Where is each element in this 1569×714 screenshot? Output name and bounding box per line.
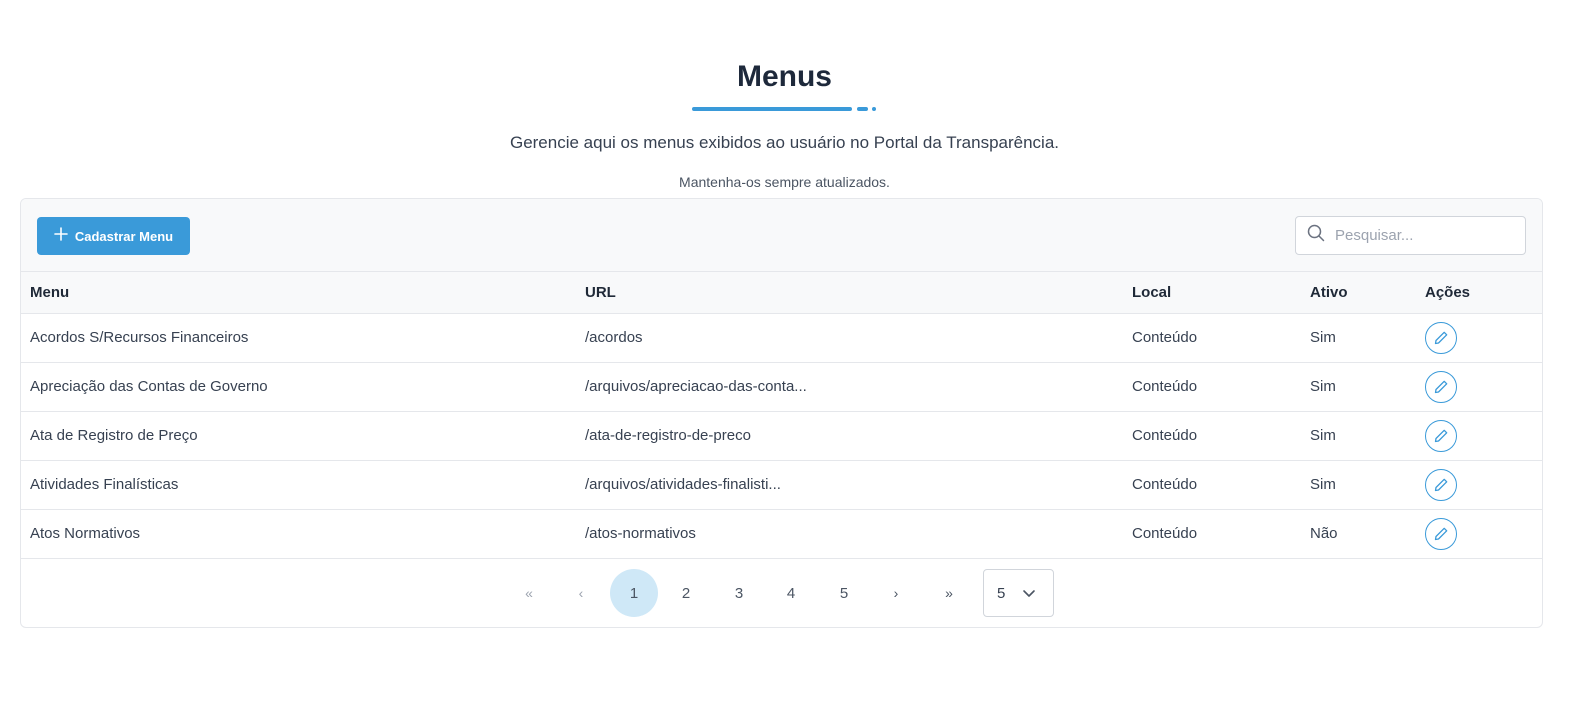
search-icon bbox=[1307, 224, 1325, 247]
pagination: « ‹ 1 2 3 4 5 › » 5 bbox=[21, 558, 1542, 627]
cell-ativo: Não bbox=[1310, 525, 1338, 542]
cell-menu: Atividades Finalísticas bbox=[30, 476, 179, 493]
cell-ativo: Sim bbox=[1310, 378, 1336, 395]
title-underline bbox=[692, 106, 877, 112]
page-header: Menus Gerencie aqui os menus exibidos ao… bbox=[0, 0, 1569, 191]
menus-table-card: Cadastrar Menu Menu URL Local Ativo Açõe… bbox=[20, 198, 1543, 628]
page-button-5[interactable]: 5 bbox=[820, 569, 868, 617]
cell-local: Conteúdo bbox=[1132, 476, 1198, 493]
page-title: Menus bbox=[736, 60, 832, 93]
table-row: Atos Normativos /atos-normativos Conteúd… bbox=[21, 509, 1542, 558]
pencil-icon bbox=[1434, 331, 1448, 344]
cell-url: /arquivos/atividades-finalisti... bbox=[585, 476, 781, 493]
page-button-2[interactable]: 2 bbox=[662, 569, 710, 617]
cell-menu: Atos Normativos bbox=[30, 525, 141, 542]
table-toolbar: Cadastrar Menu bbox=[21, 199, 1542, 272]
pencil-icon bbox=[1434, 527, 1448, 540]
cell-actions bbox=[1416, 460, 1542, 509]
edit-button[interactable] bbox=[1425, 468, 1457, 501]
edit-button[interactable] bbox=[1425, 370, 1457, 403]
cell-local: Conteúdo bbox=[1132, 525, 1198, 542]
add-menu-label: Cadastrar Menu bbox=[74, 228, 174, 244]
plus-icon bbox=[54, 225, 68, 245]
rows-per-page-value: 5 bbox=[997, 584, 1006, 602]
cell-ativo: Sim bbox=[1310, 476, 1336, 493]
menus-table: Menu URL Local Ativo Ações Acordos S/Rec… bbox=[21, 272, 1542, 559]
edit-button[interactable] bbox=[1425, 321, 1457, 354]
cell-actions bbox=[1416, 411, 1542, 460]
column-header-local: Local bbox=[1123, 272, 1301, 314]
cell-url: /atos-normativos bbox=[585, 525, 696, 542]
pencil-icon bbox=[1434, 380, 1448, 393]
cell-local: Conteúdo bbox=[1132, 378, 1198, 395]
search-input[interactable] bbox=[1335, 227, 1515, 244]
search-box[interactable] bbox=[1295, 216, 1526, 255]
rows-per-page-select[interactable]: 5 bbox=[983, 569, 1054, 617]
pencil-icon bbox=[1434, 478, 1448, 491]
first-page-button[interactable]: « bbox=[505, 569, 553, 617]
pencil-icon bbox=[1434, 429, 1448, 442]
next-page-button[interactable]: › bbox=[872, 569, 920, 617]
edit-button[interactable] bbox=[1425, 419, 1457, 452]
cell-url: /acordos bbox=[585, 329, 643, 346]
column-header-menu: Menu bbox=[21, 272, 576, 314]
cell-url: /ata-de-registro-de-preco bbox=[585, 427, 751, 444]
table-row: Atividades Finalísticas /arquivos/ativid… bbox=[21, 460, 1542, 509]
last-page-button[interactable]: » bbox=[925, 569, 973, 617]
cell-menu: Apreciação das Contas de Governo bbox=[30, 378, 268, 395]
cell-local: Conteúdo bbox=[1132, 427, 1198, 444]
table-row: Apreciação das Contas de Governo /arquiv… bbox=[21, 362, 1542, 411]
table-row: Acordos S/Recursos Financeiros /acordos … bbox=[21, 313, 1542, 362]
table-header-row: Menu URL Local Ativo Ações bbox=[21, 272, 1542, 314]
cell-local: Conteúdo bbox=[1132, 329, 1198, 346]
cell-menu: Acordos S/Recursos Financeiros bbox=[30, 329, 249, 346]
edit-button[interactable] bbox=[1425, 517, 1457, 550]
cell-ativo: Sim bbox=[1310, 427, 1336, 444]
page-button-1[interactable]: 1 bbox=[610, 569, 658, 617]
page-button-4[interactable]: 4 bbox=[767, 569, 815, 617]
column-header-acoes: Ações bbox=[1416, 272, 1542, 314]
cell-url: /arquivos/apreciacao-das-conta... bbox=[585, 378, 807, 395]
column-header-ativo: Ativo bbox=[1301, 272, 1416, 314]
prev-page-button[interactable]: ‹ bbox=[557, 569, 605, 617]
page-note: Mantenha-os sempre atualizados. bbox=[679, 174, 890, 190]
column-header-url: URL bbox=[576, 272, 1123, 314]
add-menu-button[interactable]: Cadastrar Menu bbox=[37, 217, 190, 255]
page-button-3[interactable]: 3 bbox=[715, 569, 763, 617]
cell-actions bbox=[1416, 509, 1542, 558]
cell-actions bbox=[1416, 313, 1542, 362]
cell-ativo: Sim bbox=[1310, 329, 1336, 346]
cell-actions bbox=[1416, 362, 1542, 411]
cell-menu: Ata de Registro de Preço bbox=[30, 427, 198, 444]
chevron-down-icon bbox=[1022, 586, 1036, 604]
table-row: Ata de Registro de Preço /ata-de-registr… bbox=[21, 411, 1542, 460]
page-subtitle: Gerencie aqui os menus exibidos ao usuár… bbox=[509, 133, 1060, 152]
